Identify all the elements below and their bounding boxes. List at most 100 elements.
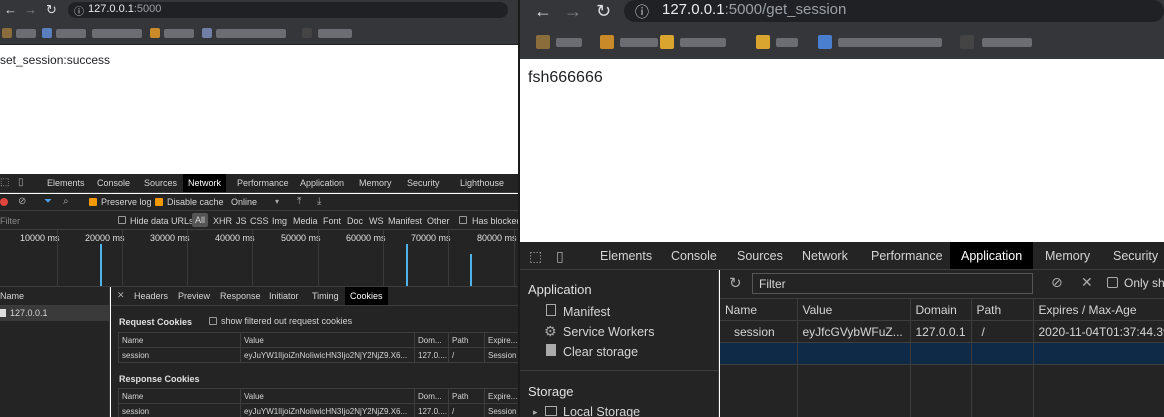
forward-icon[interactable]: →	[564, 1, 582, 22]
sidebar-item-manifest[interactable]: Manifest	[563, 305, 610, 319]
tab-initiator[interactable]: Initiator	[269, 291, 299, 301]
filter-manifest[interactable]: Manifest	[388, 216, 422, 226]
column-header[interactable]: Name	[118, 388, 241, 404]
only-show-checkbox[interactable]	[1107, 277, 1118, 288]
bookmark-icon[interactable]	[202, 28, 212, 38]
sidebar-item-service-workers[interactable]: Service Workers	[563, 325, 654, 339]
reload-icon[interactable]: ↻	[46, 2, 57, 18]
tab-application[interactable]: Application	[300, 178, 344, 188]
tab-performance[interactable]: Performance	[237, 178, 289, 188]
folder-icon[interactable]	[660, 35, 674, 49]
column-header[interactable]: Path	[448, 332, 485, 348]
sidebar-item-local-storage[interactable]: Local Storage	[563, 405, 640, 417]
bookmark-item[interactable]	[556, 38, 582, 47]
filter-doc[interactable]: Doc	[347, 216, 363, 226]
table-row-selected[interactable]	[720, 342, 1164, 365]
network-timeline-overview[interactable]: 10000 ms 20000 ms 30000 ms 40000 ms 5000…	[0, 230, 518, 287]
preserve-log-checkbox[interactable]	[89, 198, 97, 206]
filter-icon[interactable]: ⏷	[44, 196, 52, 207]
storage-section-header[interactable]: Storage	[528, 384, 574, 399]
bookmark-icon[interactable]	[42, 28, 52, 38]
disable-cache-checkbox[interactable]	[155, 198, 163, 206]
info-icon[interactable]: ⓘ	[635, 2, 649, 22]
column-header[interactable]: Expire...	[484, 388, 518, 404]
tab-cookies[interactable]: Cookies	[345, 287, 388, 305]
column-header[interactable]: Value	[240, 388, 415, 404]
record-icon[interactable]	[0, 198, 8, 206]
tab-elements[interactable]: Elements	[600, 249, 652, 263]
filter-ws[interactable]: WS	[369, 216, 384, 226]
import-har-icon[interactable]: ⤒	[297, 196, 301, 207]
table-row[interactable]: session eyJuYW1lIjoiZnNoIiwicHN3Ijo2NjY2…	[118, 403, 518, 417]
column-header[interactable]: Value	[240, 332, 415, 348]
bookmark-icon[interactable]	[960, 35, 974, 49]
column-header[interactable]: Expire...	[484, 332, 518, 348]
folder-icon[interactable]	[600, 35, 614, 49]
delete-selected-icon[interactable]: ✕	[1081, 274, 1093, 291]
device-toggle-icon[interactable]: ▯	[556, 248, 564, 265]
tab-headers[interactable]: Headers	[134, 291, 168, 301]
bookmark-item[interactable]	[56, 29, 86, 38]
search-icon[interactable]: ⌕	[63, 196, 69, 207]
back-icon[interactable]: ←	[4, 2, 17, 17]
throttle-select[interactable]: Online	[231, 197, 257, 207]
hide-data-urls-checkbox[interactable]	[118, 216, 126, 224]
apps-icon[interactable]	[536, 35, 550, 49]
chevron-right-icon[interactable]: ▸	[533, 407, 538, 417]
tab-preview[interactable]: Preview	[178, 291, 210, 301]
tab-sources[interactable]: Sources	[144, 178, 177, 188]
filter-css[interactable]: CSS	[250, 216, 269, 226]
has-blocked-checkbox[interactable]	[459, 216, 467, 224]
application-section-header[interactable]: Application	[528, 282, 592, 297]
reload-icon[interactable]: ↻	[596, 1, 611, 22]
bookmark-item[interactable]	[838, 38, 942, 47]
tab-memory[interactable]: Memory	[1045, 249, 1090, 263]
tab-console[interactable]: Console	[97, 178, 130, 188]
tab-performance[interactable]: Performance	[871, 249, 943, 263]
device-toggle-icon[interactable]: ▯	[18, 177, 24, 188]
sidebar-item-clear-storage[interactable]: Clear storage	[563, 345, 638, 359]
name-column-header[interactable]: Name	[0, 291, 24, 301]
filter-xhr[interactable]: XHR	[213, 216, 232, 226]
close-icon[interactable]: ✕	[117, 290, 125, 301]
filter-media[interactable]: Media	[293, 216, 318, 226]
info-icon[interactable]: ⓘ	[74, 3, 84, 18]
bookmark-item[interactable]	[92, 29, 142, 38]
bookmark-icon[interactable]	[302, 28, 312, 38]
tab-sources[interactable]: Sources	[737, 249, 783, 263]
column-header-value[interactable]: Value	[797, 298, 911, 321]
tab-lighthouse[interactable]: Lighthouse	[460, 178, 504, 188]
filter-font[interactable]: Font	[323, 216, 341, 226]
column-header[interactable]: Dom...	[414, 332, 449, 348]
column-header[interactable]: Dom...	[414, 388, 449, 404]
tab-network[interactable]: Network	[183, 174, 227, 192]
column-header-path[interactable]: Path	[971, 298, 1034, 321]
bookmark-item[interactable]	[216, 29, 286, 38]
tab-console[interactable]: Console	[671, 249, 717, 263]
tab-security[interactable]: Security	[1113, 249, 1158, 263]
table-row[interactable]: session eyJfcGVybWFuZ... 127.0.0.1 / 202…	[720, 320, 1164, 343]
folder-icon[interactable]	[150, 28, 160, 38]
filter-all[interactable]: All	[192, 213, 209, 227]
folder-icon[interactable]	[756, 35, 770, 49]
refresh-icon[interactable]: ↻	[729, 274, 742, 292]
filter-img[interactable]: Img	[272, 216, 287, 226]
filter-input[interactable]: Filter	[752, 273, 1033, 294]
column-header-domain[interactable]: Domain	[910, 298, 972, 321]
forward-icon[interactable]: →	[24, 2, 37, 17]
bookmark-item[interactable]	[776, 38, 798, 47]
tab-elements[interactable]: Elements	[47, 178, 85, 188]
filter-other[interactable]: Other	[427, 216, 450, 226]
bookmark-item[interactable]	[982, 38, 1032, 47]
filter-js[interactable]: JS	[236, 216, 247, 226]
tab-response[interactable]: Response	[220, 291, 261, 301]
inspect-icon[interactable]: ⬚	[0, 177, 9, 188]
tab-timing[interactable]: Timing	[312, 291, 339, 301]
apps-icon[interactable]	[2, 28, 12, 38]
show-filtered-checkbox[interactable]	[209, 317, 217, 325]
tab-application[interactable]: Application	[950, 242, 1034, 269]
filter-input[interactable]: Filter	[0, 216, 20, 226]
tab-security[interactable]: Security	[407, 178, 440, 188]
clear-icon[interactable]: ⊘	[18, 196, 26, 207]
table-row[interactable]: session eyJuYW1lIjoiZnNoIiwicHN3Ijo2NjY2…	[118, 347, 518, 363]
